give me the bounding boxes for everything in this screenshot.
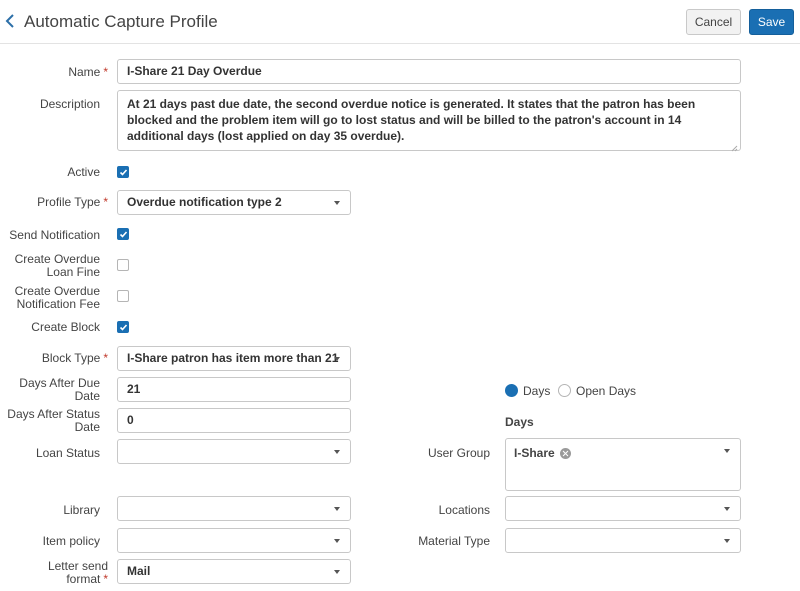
loan-status-label: Loan Status <box>35 446 100 460</box>
caret-down-icon <box>334 507 340 511</box>
caret-down-icon <box>334 539 340 543</box>
loan-status-select[interactable] <box>117 439 351 464</box>
days-radio[interactable] <box>505 384 518 397</box>
item-policy-label: Item policy <box>42 534 100 548</box>
required-marker: * <box>103 351 108 365</box>
active-label: Active <box>67 165 100 179</box>
send-notification-label: Send Notification <box>9 228 100 242</box>
caret-down-icon <box>334 201 340 205</box>
user-group-multiselect[interactable]: I-Share <box>505 438 741 491</box>
create-overdue-loan-fine-label: Create Overdue Loan Fine <box>14 252 100 279</box>
create-overdue-notification-fee-checkbox[interactable] <box>117 290 129 302</box>
locations-label: Locations <box>438 503 490 517</box>
remove-chip-icon[interactable] <box>559 447 571 459</box>
caret-down-icon <box>334 450 340 454</box>
days-after-due-date-input[interactable]: 21 <box>117 377 351 402</box>
required-marker: * <box>103 572 108 586</box>
letter-send-format-value: Mail <box>127 564 151 578</box>
days-after-status-date-input[interactable]: 0 <box>117 408 351 433</box>
caret-down-icon <box>724 507 730 511</box>
create-block-label: Create Block <box>31 320 100 334</box>
profile-type-value: Overdue notification type 2 <box>127 195 282 209</box>
profile-type-label: Profile Type * <box>37 195 108 209</box>
open-days-radio[interactable] <box>558 384 571 397</box>
description-text: At 21 days past due date, the second ove… <box>127 97 696 143</box>
active-checkbox[interactable] <box>117 166 129 178</box>
open-days-radio-label: Open Days <box>576 384 637 398</box>
description-textarea[interactable]: At 21 days past due date, the second ove… <box>117 90 741 152</box>
caret-down-icon <box>334 570 340 574</box>
save-button[interactable]: Save <box>749 9 794 35</box>
user-group-label: User Group <box>427 446 490 460</box>
send-notification-checkbox[interactable] <box>117 228 129 240</box>
block-type-label: Block Type * <box>41 351 108 365</box>
block-type-value: I-Share patron has item more than 21 <box>127 351 339 365</box>
library-label: Library <box>63 503 100 517</box>
name-input[interactable]: I-Share 21 Day Overdue <box>117 59 741 84</box>
library-select[interactable] <box>117 496 351 521</box>
block-type-select[interactable]: I-Share patron has item more than 21 <box>117 346 351 371</box>
chevron-left-icon[interactable] <box>4 11 18 33</box>
material-type-select[interactable] <box>505 528 741 553</box>
create-overdue-notification-fee-label: Create Overdue Notification Fee <box>14 284 100 311</box>
caret-down-icon <box>334 357 340 361</box>
item-policy-select[interactable] <box>117 528 351 553</box>
page-header: Automatic Capture Profile Cancel Save <box>0 0 800 44</box>
user-group-chip: I-Share <box>514 446 571 460</box>
caret-down-icon <box>724 449 730 453</box>
profile-type-select[interactable]: Overdue notification type 2 <box>117 190 351 215</box>
create-block-checkbox[interactable] <box>117 321 129 333</box>
resize-handle-icon[interactable] <box>730 140 738 152</box>
letter-send-format-select[interactable]: Mail <box>117 559 351 584</box>
material-type-label: Material Type <box>418 534 490 548</box>
letter-send-format-label: Letter send format * <box>47 559 108 586</box>
required-marker: * <box>103 195 108 209</box>
name-label: Name * <box>68 65 108 79</box>
page-title: Automatic Capture Profile <box>24 12 218 31</box>
caret-down-icon <box>724 539 730 543</box>
cancel-button[interactable]: Cancel <box>686 9 741 35</box>
create-overdue-loan-fine-checkbox[interactable] <box>117 259 129 271</box>
days-section-label: Days <box>505 415 534 429</box>
locations-select[interactable] <box>505 496 741 521</box>
required-marker: * <box>103 65 108 79</box>
days-after-status-date-label: Days After Status Date <box>7 407 100 434</box>
description-label: Description <box>39 97 100 111</box>
days-radio-label: Days <box>523 384 551 398</box>
days-after-due-date-label: Days After Due Date <box>19 376 100 403</box>
